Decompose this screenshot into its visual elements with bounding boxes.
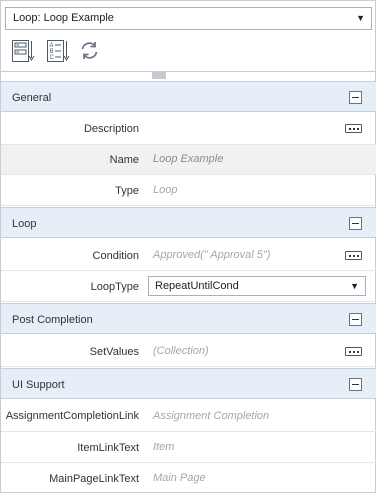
splitter-line	[1, 71, 376, 72]
looptype-dropdown[interactable]: RepeatUntilCond ▼	[148, 276, 366, 296]
property-label: SetValues	[89, 346, 139, 358]
property-value: Item	[153, 441, 175, 453]
property-row-looptype[interactable]: LoopType RepeatUntilCond ▼	[1, 271, 376, 302]
property-row-condition[interactable]: Condition Approved(" Approval 5")	[1, 238, 376, 271]
property-grid-panel: Loop: Loop Example ▼ A B C General Descr…	[0, 0, 376, 493]
property-row-description[interactable]: Description	[1, 112, 376, 145]
property-value[interactable]: Loop Example	[153, 153, 223, 165]
property-row-item-link-text[interactable]: ItemLinkText Item	[1, 432, 376, 463]
property-value: Main Page	[153, 472, 206, 484]
property-row-assignment-completion-link[interactable]: AssignmentCompletionLink Assignment Comp…	[1, 399, 376, 432]
refresh-button[interactable]	[78, 38, 102, 64]
toolbar: A B C	[11, 38, 131, 64]
section-title-loop: Loop	[12, 218, 37, 230]
property-row-type[interactable]: Type Loop	[1, 175, 376, 206]
section-header-general[interactable]: General	[1, 81, 376, 112]
looptype-value: RepeatUntilCond	[155, 280, 239, 292]
property-value: Loop	[153, 184, 178, 196]
section-title-general: General	[12, 92, 52, 104]
refresh-icon	[81, 42, 98, 59]
object-selector-value: Loop: Loop Example	[13, 12, 114, 24]
chevron-down-icon: ▼	[356, 13, 365, 23]
collapse-icon[interactable]	[349, 313, 362, 326]
property-value: (Collection)	[153, 345, 209, 357]
property-label: AssignmentCompletionLink	[5, 410, 139, 422]
splitter-grip[interactable]	[152, 72, 166, 79]
collapse-icon[interactable]	[349, 91, 362, 104]
property-row-name[interactable]: Name Loop Example	[1, 145, 376, 175]
property-label: Name	[109, 154, 139, 166]
section-title-ui-support: UI Support	[12, 379, 65, 391]
property-value: Assignment Completion	[153, 410, 270, 422]
property-label: MainPageLinkText	[49, 473, 139, 485]
svg-text:C: C	[50, 55, 55, 61]
section-header-ui-support[interactable]: UI Support	[1, 368, 376, 399]
collapse-icon[interactable]	[349, 217, 362, 230]
alphabetical-sort-icon: A B C	[47, 40, 70, 62]
section-header-loop[interactable]: Loop	[1, 207, 376, 238]
property-label: Description	[83, 123, 139, 135]
ellipsis-icon[interactable]	[345, 251, 362, 260]
ellipsis-icon[interactable]	[345, 347, 362, 356]
property-label: Type	[115, 185, 139, 197]
panel-splitter[interactable]	[1, 71, 376, 79]
collapse-icon[interactable]	[349, 378, 362, 391]
property-value: Approved(" Approval 5")	[153, 249, 271, 261]
object-selector-dropdown[interactable]: Loop: Loop Example ▼	[5, 7, 372, 30]
section-header-post-completion[interactable]: Post Completion	[1, 303, 376, 334]
section-title-post-completion: Post Completion	[12, 314, 93, 326]
property-label: ItemLinkText	[77, 442, 139, 454]
alphabetical-view-button[interactable]: A B C	[46, 38, 70, 64]
ellipsis-icon[interactable]	[345, 124, 362, 133]
categorized-view-button[interactable]	[11, 38, 35, 64]
categorized-list-icon	[12, 40, 35, 62]
property-label: LoopType	[90, 281, 139, 293]
property-label: Condition	[92, 250, 139, 262]
property-row-main-page-link-text[interactable]: MainPageLinkText Main Page	[1, 463, 376, 493]
chevron-down-icon: ▼	[350, 281, 359, 291]
property-row-setvalues[interactable]: SetValues (Collection)	[1, 334, 376, 367]
